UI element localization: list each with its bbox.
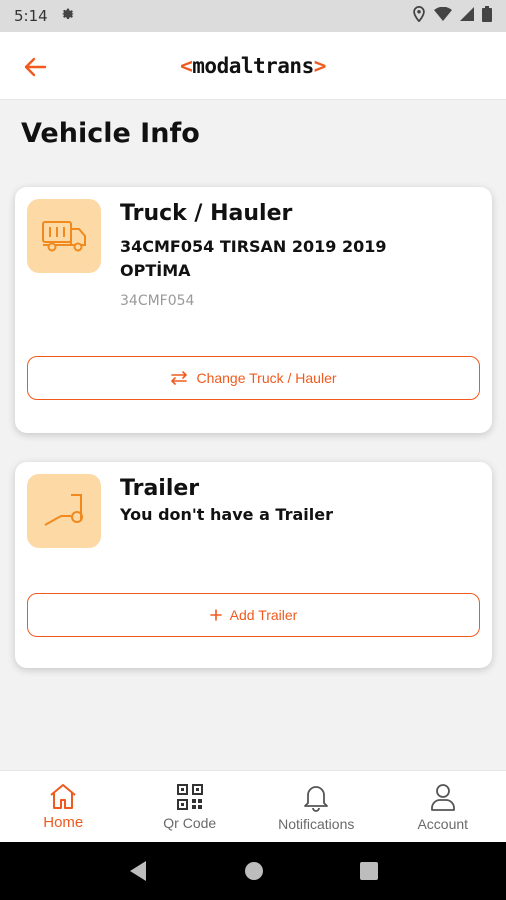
system-back-icon[interactable] — [128, 860, 148, 882]
truck-card-title: Truck / Hauler — [120, 201, 293, 226]
change-truck-button[interactable]: Change Truck / Hauler — [27, 356, 480, 400]
change-truck-label: Change Truck / Hauler — [196, 370, 337, 386]
arrow-left-icon — [24, 57, 47, 77]
nav-home-label: Home — [43, 814, 84, 831]
app-bar: <modaltrans> — [0, 32, 506, 100]
truck-plate: 34CMF054 — [120, 293, 195, 309]
truck-icon — [42, 221, 86, 252]
nav-notifications[interactable]: Notifications — [253, 771, 380, 842]
settings-icon — [60, 6, 76, 26]
nav-notifications-label: Notifications — [278, 815, 355, 832]
back-button[interactable] — [20, 52, 50, 82]
status-time: 5:14 — [14, 7, 48, 25]
signal-icon — [460, 7, 474, 25]
nav-account[interactable]: Account — [380, 771, 506, 842]
wifi-icon — [434, 6, 452, 25]
system-recents-icon[interactable] — [360, 862, 378, 880]
trailer-description: You don't have a Trailer — [120, 505, 333, 524]
nav-account-label: Account — [417, 815, 469, 832]
system-home-icon[interactable] — [244, 861, 264, 881]
trailer-hitch-icon — [44, 494, 83, 526]
nav-qr-code[interactable]: Qr Code — [127, 771, 254, 842]
battery-icon — [482, 6, 492, 26]
home-icon — [50, 784, 76, 809]
add-trailer-label: Add Trailer — [229, 607, 298, 623]
page-title: Vehicle Info — [21, 118, 200, 149]
brand-logo: <modaltrans> — [180, 53, 326, 78]
trailer-card-title: Trailer — [120, 476, 200, 501]
nav-qr-code-label: Qr Code — [163, 814, 217, 831]
bottom-nav: Home Qr Code Notifications Account — [0, 770, 506, 842]
system-navigation-bar — [0, 842, 506, 900]
status-bar: 5:14 — [0, 0, 506, 32]
nav-home[interactable]: Home — [0, 771, 127, 842]
location-icon — [412, 5, 426, 26]
truck-description: 34CMF054 TIRSAN 2019 2019 OPTİMA — [120, 237, 387, 280]
trailer-icon-box — [27, 474, 101, 548]
bell-icon — [304, 785, 329, 812]
add-trailer-button[interactable]: Add Trailer — [27, 593, 480, 637]
qr-code-icon — [176, 783, 203, 810]
swap-icon — [171, 371, 188, 385]
user-icon — [430, 783, 455, 811]
truck-icon-box — [27, 199, 101, 273]
plus-icon — [209, 609, 222, 621]
trailer-card: Trailer You don't have a Trailer Add Tra… — [15, 462, 492, 668]
truck-card: Truck / Hauler 34CMF054 TIRSAN 2019 2019… — [15, 187, 492, 433]
